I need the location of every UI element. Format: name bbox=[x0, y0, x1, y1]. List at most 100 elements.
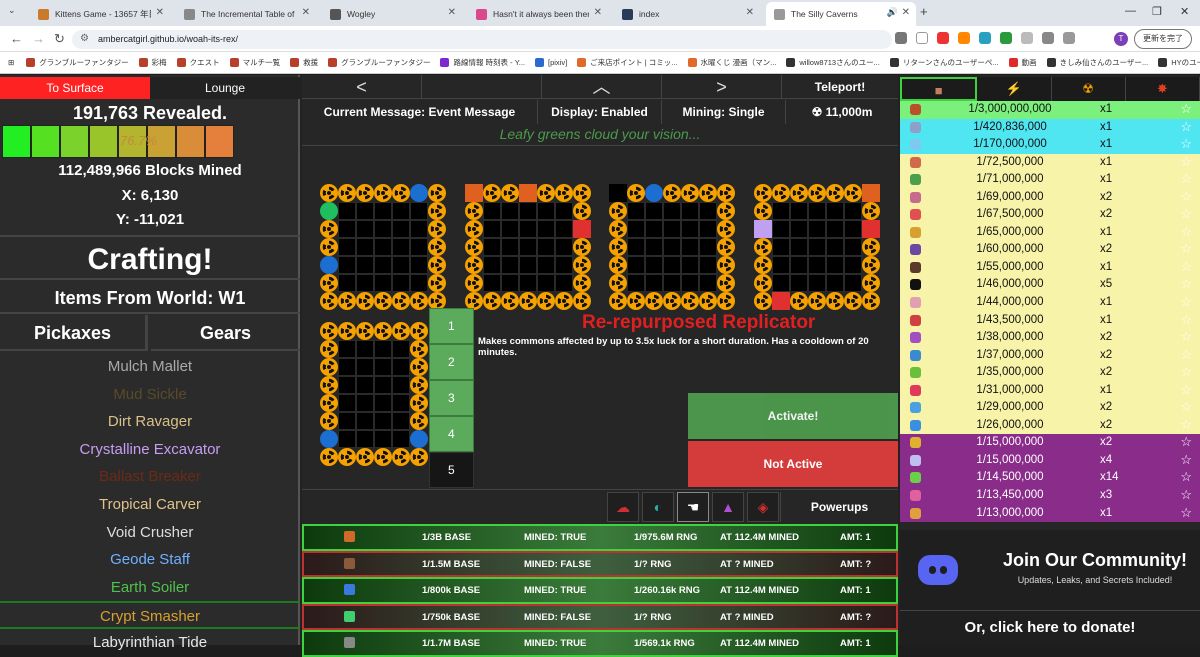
puzzle-icon[interactable] bbox=[1042, 32, 1054, 44]
orb-powerup-icon[interactable]: ◐ bbox=[642, 492, 674, 522]
ore-entry[interactable]: 1/26,000,000 x2 ☆ bbox=[900, 416, 1200, 435]
bookmark-item[interactable]: グランブルーファンタジー bbox=[328, 57, 430, 68]
ore-stat-row[interactable]: 1/1.7M BASE MINED: TRUE 1/569.1k RNG AT 112… bbox=[302, 630, 898, 657]
close-tab-icon[interactable]: ✕ bbox=[156, 7, 164, 18]
ore-entry[interactable]: 1/420,836,000 x1 ☆ bbox=[900, 118, 1200, 137]
speaker-icon[interactable]: 🔊 bbox=[887, 7, 898, 18]
reload-icon[interactable]: ↻ bbox=[54, 31, 65, 47]
browser-tab[interactable]: index ✕ bbox=[614, 2, 760, 26]
close-tab-icon[interactable]: ✕ bbox=[594, 7, 602, 18]
profile-avatar[interactable]: T bbox=[1114, 32, 1128, 46]
bookmark-item[interactable]: willow8713さんのユー... bbox=[786, 57, 880, 68]
browser-tab[interactable]: Kittens Game - 13657 年目 - 冬 ✕ bbox=[30, 2, 170, 26]
slot-4[interactable]: 4 bbox=[429, 416, 474, 452]
new-tab-button[interactable]: + bbox=[920, 4, 928, 19]
ore-tab[interactable]: ✸ bbox=[1125, 77, 1200, 101]
ore-entry[interactable]: 1/170,000,000 x1 ☆ bbox=[900, 136, 1200, 154]
not-active-button[interactable]: Not Active bbox=[688, 441, 898, 487]
bookmark-item[interactable]: 路線情報 時刻表 - Y... bbox=[440, 57, 525, 68]
mining-mode-toggle[interactable]: Mining: Single bbox=[662, 100, 786, 124]
extension-icon[interactable] bbox=[958, 32, 970, 44]
hand-powerup-icon[interactable]: ☚ bbox=[677, 492, 709, 522]
ore-tab[interactable]: ☢ bbox=[1051, 77, 1126, 101]
favorite-star-icon[interactable]: ☆ bbox=[1180, 119, 1192, 135]
pickaxe-item[interactable]: Mulch Mallet bbox=[0, 353, 300, 381]
pickaxe-item[interactable]: Geode Staff bbox=[0, 546, 300, 574]
cloud-powerup-icon[interactable]: ☁ bbox=[607, 492, 639, 522]
bookmark-item[interactable]: HYのユーザーページ... bbox=[1158, 57, 1200, 68]
browser-tab[interactable]: The Silly Caverns 🔊 ✕ bbox=[766, 2, 916, 26]
pickaxe-item[interactable]: Tropical Carver bbox=[0, 491, 300, 519]
donate-link[interactable]: Or, click here to donate! bbox=[900, 610, 1200, 636]
ore-entry[interactable]: 1/3,000,000,000 x1 ☆ bbox=[900, 101, 1200, 119]
bookmark-item[interactable]: リターンさんのユーザーペ... bbox=[889, 57, 999, 68]
bookmark-item[interactable]: [pixiv] bbox=[535, 58, 567, 67]
bookmark-item[interactable]: 彩梅 bbox=[138, 57, 167, 68]
bookmark-item[interactable]: ご来店ポイント | コミッ... bbox=[577, 57, 678, 68]
site-info-icon[interactable]: ⚙ bbox=[80, 33, 89, 44]
pickaxe-item[interactable]: Mud Sickle bbox=[0, 381, 300, 409]
ore-entry[interactable]: 1/37,000,000 x2 ☆ bbox=[900, 346, 1200, 365]
favorite-star-icon[interactable]: ☆ bbox=[1180, 312, 1192, 328]
teleport-button[interactable]: Teleport! bbox=[782, 75, 898, 99]
bookmark-item[interactable]: グランブルーファンタジー bbox=[26, 57, 129, 68]
lounge-button[interactable]: Lounge bbox=[150, 77, 300, 99]
favorite-star-icon[interactable]: ☆ bbox=[1180, 259, 1192, 275]
ore-entry[interactable]: 1/35,000,000 x2 ☆ bbox=[900, 364, 1200, 382]
ore-entry[interactable]: 1/55,000,000 x1 ☆ bbox=[900, 258, 1200, 277]
tab-gears[interactable]: Gears bbox=[151, 315, 300, 351]
extension-icon[interactable] bbox=[1021, 32, 1033, 44]
ore-entry[interactable]: 1/72,500,000 x1 ☆ bbox=[900, 153, 1200, 172]
favorite-star-icon[interactable]: ☆ bbox=[1180, 294, 1192, 310]
favorite-star-icon[interactable]: ☆ bbox=[1180, 154, 1192, 170]
minimize-icon[interactable]: — bbox=[1125, 5, 1136, 17]
favorite-star-icon[interactable]: ☆ bbox=[1180, 417, 1192, 433]
up-button[interactable]: ︿ bbox=[542, 75, 662, 99]
ore-entry[interactable]: 1/67,500,000 x2 ☆ bbox=[900, 206, 1200, 224]
bookmark-item[interactable]: 水曜くじ 漫画（マン... bbox=[687, 57, 776, 68]
to-surface-button[interactable]: To Surface bbox=[0, 77, 150, 99]
powerups-button[interactable]: Powerups bbox=[780, 492, 898, 522]
activate-button[interactable]: Activate! bbox=[688, 393, 898, 439]
browser-tab[interactable]: Hasn't it always been there? ✕ bbox=[468, 2, 608, 26]
bookmark-star-icon[interactable] bbox=[916, 32, 928, 44]
tab-pickaxes[interactable]: Pickaxes bbox=[0, 315, 148, 351]
favorite-star-icon[interactable]: ☆ bbox=[1180, 189, 1192, 205]
ore-stat-row[interactable]: 1/3B BASE MINED: TRUE 1/975.6M RNG AT 112.4… bbox=[302, 524, 898, 551]
prev-button[interactable]: < bbox=[302, 75, 422, 99]
ore-entry[interactable]: 1/43,500,000 x1 ☆ bbox=[900, 311, 1200, 330]
bookmark-item[interactable]: マルチ一覧 bbox=[229, 57, 280, 68]
favorite-star-icon[interactable]: ☆ bbox=[1180, 171, 1192, 187]
pickaxe-item[interactable]: Dirt Ravager bbox=[0, 408, 300, 436]
ore-entry[interactable]: 1/65,000,000 x1 ☆ bbox=[900, 223, 1200, 242]
current-message-toggle[interactable]: Current Message: Event Message bbox=[302, 100, 538, 124]
favorite-star-icon[interactable]: ☆ bbox=[1180, 364, 1192, 380]
favorite-star-icon[interactable]: ☆ bbox=[1180, 469, 1192, 485]
slot-2[interactable]: 2 bbox=[429, 344, 474, 380]
bookmark-item[interactable]: クエスト bbox=[176, 57, 220, 68]
translate-icon[interactable] bbox=[895, 32, 907, 44]
pickaxe-item[interactable]: Crystalline Excavator bbox=[0, 436, 300, 464]
close-tab-icon[interactable]: ✕ bbox=[746, 7, 754, 18]
ore-entry[interactable]: 1/15,000,000 x2 ☆ bbox=[900, 434, 1200, 452]
ore-entry[interactable]: 1/31,000,000 x1 ☆ bbox=[900, 381, 1200, 400]
ore-tab[interactable]: ⚡ bbox=[977, 77, 1052, 101]
slot-3[interactable]: 3 bbox=[429, 380, 474, 416]
extension-icon[interactable] bbox=[979, 32, 991, 44]
witch-hat-powerup-icon[interactable]: ▲ bbox=[712, 492, 744, 522]
favorite-star-icon[interactable]: ☆ bbox=[1180, 136, 1192, 152]
favorite-star-icon[interactable]: ☆ bbox=[1180, 382, 1192, 398]
ore-entry[interactable]: 1/13,000,000 x1 ☆ bbox=[900, 504, 1200, 523]
favorite-star-icon[interactable]: ☆ bbox=[1180, 101, 1192, 117]
browser-tab[interactable]: Wogley ✕ bbox=[322, 2, 462, 26]
favorite-star-icon[interactable]: ☆ bbox=[1180, 241, 1192, 257]
tab-search-icon[interactable]: ⌄ bbox=[8, 5, 16, 16]
forward-icon[interactable]: → bbox=[32, 31, 45, 46]
ore-entry[interactable]: 1/15,000,000 x4 ☆ bbox=[900, 451, 1200, 470]
ore-entry[interactable]: 1/14,500,000 x14 ☆ bbox=[900, 469, 1200, 488]
ore-entry[interactable]: 1/13,450,000 x3 ☆ bbox=[900, 487, 1200, 505]
pickaxe-item[interactable]: Earth Soiler bbox=[0, 574, 300, 602]
ore-entry[interactable]: 1/44,000,000 x1 ☆ bbox=[900, 294, 1200, 312]
extension-icon[interactable] bbox=[1000, 32, 1012, 44]
ore-stat-row[interactable]: 1/800k BASE MINED: TRUE 1/260.16k RNG AT 11… bbox=[302, 577, 898, 604]
